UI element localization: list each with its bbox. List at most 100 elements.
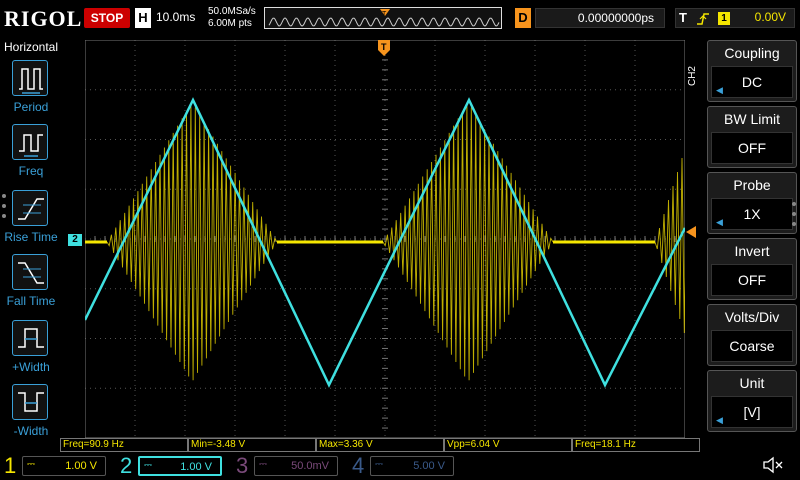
graticule	[85, 40, 685, 438]
positive-width-icon	[12, 320, 48, 356]
negative-width-icon	[12, 384, 48, 420]
horizontal-delay[interactable]: 0.00000000ps	[535, 8, 665, 28]
sample-rate: 50.0MSa/s	[208, 6, 256, 17]
rising-edge-icon	[696, 11, 710, 30]
right-menu-page-indicator	[792, 202, 796, 232]
channel-2-tab[interactable]: 2 ⎓ 1.00 V	[116, 452, 232, 480]
channel-1-scale: 1.00 V	[65, 460, 97, 472]
channel-4-number: 4	[352, 453, 365, 478]
channel-3-scale: 50.0mV	[291, 460, 329, 472]
measure-positive-width-label: +Width	[12, 360, 50, 374]
dc-coupling-icon: ⎓	[144, 460, 152, 471]
channel-2-scale: 1.00 V	[180, 461, 212, 473]
measure-fall-time[interactable]: Fall Time	[0, 254, 62, 316]
trigger-time-letter: T	[381, 42, 387, 52]
invert-value[interactable]: OFF	[711, 264, 793, 296]
invert-setting[interactable]: Invert OFF	[707, 238, 797, 300]
bw-limit-title: BW Limit	[724, 111, 780, 127]
left-arrow-icon: ◀	[716, 415, 723, 425]
coupling-value-text: DC	[741, 74, 763, 90]
dc-coupling-icon: ⎓	[259, 459, 267, 470]
probe-setting[interactable]: Probe ◀ 1X	[707, 172, 797, 234]
coupling-title: Coupling	[724, 45, 780, 61]
horizontal-badge: H	[135, 8, 151, 28]
acquisition-info: 50.0MSa/s 6.00M pts	[208, 6, 256, 30]
frequency-icon	[12, 124, 48, 160]
unit-value-text: [V]	[743, 404, 761, 420]
channel-3-box: ⎓ 50.0mV	[254, 456, 338, 476]
measure-period-label: Period	[13, 100, 49, 114]
measurement-bar: Freq=90.9 Hz Min=-3.48 V Max=3.36 V Vpp=…	[60, 438, 700, 452]
trigger-time-marker[interactable]: T	[378, 40, 390, 56]
measurement-vpp[interactable]: Vpp=6.04 V	[444, 438, 572, 452]
bw-limit-value[interactable]: OFF	[711, 132, 793, 164]
delay-badge: D	[515, 8, 531, 28]
coupling-value[interactable]: ◀ DC	[711, 66, 793, 98]
left-arrow-icon: ◀	[716, 217, 723, 227]
ch1-offset-arrow[interactable]	[686, 226, 696, 238]
unit-title: Unit	[739, 375, 765, 391]
measurement-freq-ch1[interactable]: Freq=90.9 Hz	[60, 438, 188, 452]
volts-div-value[interactable]: Coarse	[711, 330, 793, 362]
probe-value-text: 1X	[743, 206, 761, 222]
probe-value[interactable]: ◀ 1X	[711, 198, 793, 230]
probe-title: Probe	[733, 177, 771, 193]
trigger-status[interactable]: T 1 0.00V	[675, 8, 795, 28]
period-icon	[12, 60, 48, 96]
channel-2-box: ⎓ 1.00 V	[138, 456, 222, 476]
memory-depth: 6.00M pts	[208, 18, 252, 29]
ch2-offset-marker[interactable]: 2	[68, 234, 82, 246]
speaker-muted-icon[interactable]	[762, 456, 784, 479]
timebase-readout[interactable]: 10.0ms	[156, 10, 195, 24]
memory-position-bar[interactable]: T	[264, 7, 502, 29]
channel-4-tab[interactable]: 4 ⎓ 5.00 V	[348, 452, 464, 480]
channel-1-number: 1	[4, 453, 17, 478]
coupling-setting[interactable]: Coupling ◀ DC	[707, 40, 797, 102]
channel-4-scale: 5.00 V	[413, 460, 445, 472]
fall-time-icon	[12, 254, 48, 290]
ch1-burst	[382, 103, 554, 381]
channel-1-tab[interactable]: 1 ⎓ 1.00 V	[0, 452, 116, 480]
volts-div-setting[interactable]: Volts/Div Coarse	[707, 304, 797, 366]
unit-setting[interactable]: Unit ◀ [V]	[707, 370, 797, 432]
channel-4-box: ⎓ 5.00 V	[370, 456, 454, 476]
measurement-max[interactable]: Max=3.36 V	[316, 438, 444, 452]
dc-coupling-icon: ⎓	[27, 459, 35, 470]
invert-title: Invert	[734, 243, 770, 259]
run-stop-indicator[interactable]: STOP	[84, 8, 130, 28]
channel-3-tab[interactable]: 3 ⎓ 50.0mV	[232, 452, 348, 480]
channel-bar: 1 ⎓ 1.00 V 2 ⎓ 1.00 V 3 ⎓ 50.0mV 4 ⎓ 5.0…	[0, 452, 800, 480]
trigger-level: 0.00V	[754, 10, 786, 24]
channel-menu-label: CH2	[687, 66, 698, 87]
trigger-source: 1	[718, 12, 730, 25]
measure-period[interactable]: Period	[0, 60, 62, 122]
dc-coupling-icon: ⎓	[375, 459, 383, 470]
rise-time-icon	[12, 190, 48, 226]
measurement-min[interactable]: Min=-3.48 V	[188, 438, 316, 452]
bw-limit-setting[interactable]: BW Limit OFF	[707, 106, 797, 168]
left-arrow-icon: ◀	[716, 85, 723, 95]
trigger-badge: T	[679, 10, 687, 25]
measure-frequency[interactable]: Freq	[0, 124, 62, 186]
measure-frequency-label: Freq	[18, 164, 44, 178]
ch1-burst	[106, 103, 278, 381]
measure-positive-width[interactable]: +Width	[0, 320, 62, 382]
measure-negative-width-label: -Width	[13, 424, 49, 438]
menu-title: Horizontal	[3, 40, 59, 54]
top-status-bar: RIGOL STOP H 10.0ms 50.0MSa/s 6.00M pts …	[0, 0, 800, 38]
channel-2-number: 2	[120, 453, 133, 478]
memory-waveform-preview: T	[268, 9, 500, 27]
measure-rise-time[interactable]: Rise Time	[0, 190, 62, 252]
channel-3-number: 3	[236, 453, 249, 478]
waveform-display[interactable]	[85, 40, 685, 438]
measure-fall-time-label: Fall Time	[6, 294, 56, 308]
measure-menu: Horizontal Period Freq Rise Time Fall Ti…	[0, 38, 62, 452]
measure-rise-time-label: Rise Time	[4, 230, 58, 244]
measure-negative-width[interactable]: -Width	[0, 384, 62, 446]
measurement-freq-ch2[interactable]: Freq=18.1 Hz	[572, 438, 700, 452]
menu-page-indicator	[2, 194, 6, 224]
memory-trigger-letter: T	[382, 11, 387, 18]
rigol-logo: RIGOL	[4, 6, 83, 31]
unit-value[interactable]: ◀ [V]	[711, 396, 793, 428]
channel-1-box: ⎓ 1.00 V	[22, 456, 106, 476]
